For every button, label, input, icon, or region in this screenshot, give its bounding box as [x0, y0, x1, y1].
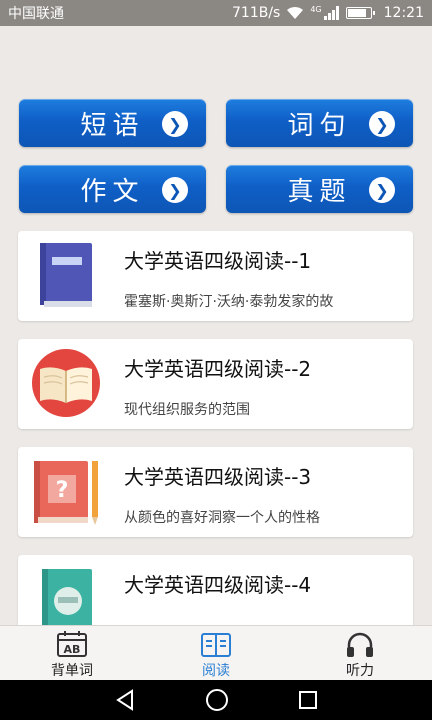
svg-text:AB: AB [64, 643, 81, 656]
question-book-icon: ? [34, 461, 98, 525]
article-desc: 从颜色的喜好洞察一个人的性格 [124, 510, 320, 526]
list-item[interactable]: 大学英语四级阅读--1 霍塞斯·奥斯汀·沃纳·泰勃发家的故 [18, 231, 413, 321]
list-item[interactable]: 大学英语四级阅读--2 现代组织服务的范围 [18, 339, 413, 429]
svg-text:?: ? [56, 478, 69, 503]
home-icon[interactable] [205, 688, 229, 712]
back-icon[interactable] [114, 689, 136, 711]
tab-label: 阅读 [202, 663, 230, 679]
status-right: 711B/s 4G 12:21 [232, 5, 424, 21]
network-speed: 711B/s [232, 5, 281, 21]
tab-vocabulary[interactable]: AB 背单词 [0, 626, 144, 680]
article-desc: 现代组织服务的范围 [124, 402, 250, 418]
chevron-right-icon: ❯ [162, 111, 188, 137]
open-book-icon [32, 349, 100, 417]
category-label: 短语 [80, 110, 145, 141]
signal-icon [323, 6, 339, 20]
clock: 12:21 [383, 5, 424, 21]
network-type: 4G [310, 5, 322, 14]
category-button-writing[interactable]: 作文 ❯ [19, 165, 206, 213]
chevron-right-icon: ❯ [369, 177, 395, 203]
article-title: 大学英语四级阅读--3 [124, 465, 312, 489]
carrier-label: 中国联通 [8, 6, 64, 22]
chevron-right-icon: ❯ [162, 177, 188, 203]
article-title: 大学英语四级阅读--2 [124, 357, 312, 381]
tab-reading[interactable]: 阅读 [144, 626, 288, 680]
headphones-icon [347, 632, 373, 657]
tab-listening[interactable]: 听力 [288, 626, 432, 680]
calendar-ab-icon: AB [57, 631, 87, 657]
category-label: 词句 [287, 110, 352, 141]
chevron-right-icon: ❯ [369, 111, 395, 137]
category-label: 真题 [287, 176, 352, 207]
green-book-icon [42, 569, 92, 625]
list-item[interactable]: 大学英语四级阅读--4 [18, 555, 413, 625]
category-label: 作文 [80, 176, 145, 207]
blue-book-icon [40, 243, 92, 307]
system-nav-bar [0, 680, 432, 720]
book-reading-icon [201, 633, 231, 657]
recents-icon[interactable] [298, 690, 318, 710]
list-item[interactable]: ? 大学英语四级阅读--3 从颜色的喜好洞察一个人的性格 [18, 447, 413, 537]
bottom-tab-bar: AB 背单词 阅读 听力 [0, 625, 432, 680]
article-title: 大学英语四级阅读--1 [124, 249, 312, 273]
category-button-exams[interactable]: 真题 ❯ [226, 165, 413, 213]
article-title: 大学英语四级阅读--4 [124, 573, 312, 597]
status-bar: 中国联通 711B/s 4G 12:21 [0, 0, 432, 26]
article-desc: 霍塞斯·奥斯汀·沃纳·泰勃发家的故 [124, 294, 334, 310]
category-button-phrases[interactable]: 短语 ❯ [19, 99, 206, 147]
battery-icon [345, 7, 375, 19]
category-button-sentences[interactable]: 词句 ❯ [226, 99, 413, 147]
tab-label: 听力 [346, 663, 374, 679]
wifi-icon [287, 6, 304, 19]
tab-label: 背单词 [51, 663, 93, 679]
